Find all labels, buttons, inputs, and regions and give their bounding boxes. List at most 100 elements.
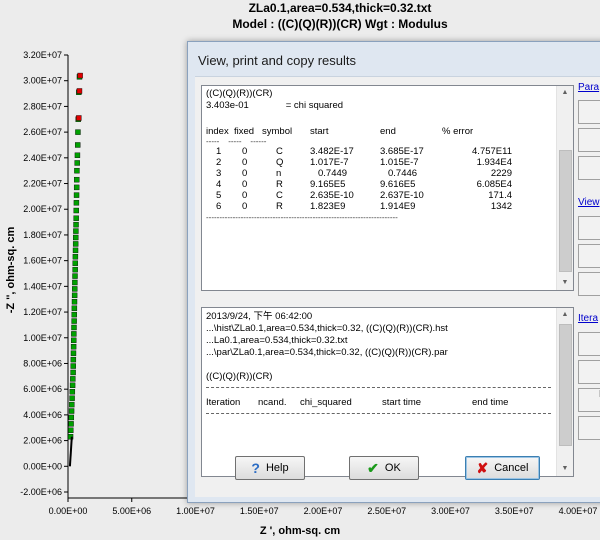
- history-textbox[interactable]: 2013/9/24, 下午 06:42:00 ...\hist\ZLa0.1,a…: [201, 307, 574, 477]
- y-tick-label: 1.80E+07: [23, 230, 62, 240]
- col-iteration: Iteration: [206, 397, 241, 408]
- data-point: [68, 421, 74, 427]
- data-point: [74, 152, 81, 158]
- side-button-5[interactable]: [578, 244, 600, 268]
- fit-results-textbox[interactable]: ((C)(Q)(R))(CR) 3.403e-01 = chi squared …: [201, 85, 574, 291]
- parameter-table: index fixed symbol start end % error ---…: [206, 126, 512, 223]
- y-tick-label: 4.00E+06: [23, 410, 62, 420]
- col-error: % error: [442, 126, 474, 137]
- y-tick-label: 3.00E+07: [23, 76, 62, 86]
- table-row: 5 0 C 2.635E-10 2.637E-10 171.4: [216, 190, 512, 201]
- fit-point: [77, 72, 83, 79]
- side-button-6[interactable]: [578, 272, 600, 296]
- y-tick-label: 1.60E+07: [23, 256, 62, 266]
- scroll-thumb[interactable]: [559, 324, 572, 446]
- x-tick-label: 4.00E+07: [559, 506, 598, 516]
- data-point: [71, 305, 78, 311]
- timestamp-line: 2013/9/24, 下午 06:42:00: [206, 311, 313, 322]
- data-point: [70, 344, 77, 350]
- table-row: 2 0 Q 1.017E-7 1.015E-7 1.934E4: [216, 157, 512, 168]
- data-point: [69, 395, 75, 401]
- cancel-button[interactable]: ✘ Cancel: [465, 456, 540, 480]
- x-tick-label: 1.00E+07: [176, 506, 215, 516]
- help-icon: ?: [251, 460, 260, 476]
- side-button-c[interactable]: C: [578, 128, 600, 152]
- table-row: 1 0 C 3.482E-17 3.685E-17 4.757E11: [216, 146, 512, 157]
- data-point: [73, 192, 80, 198]
- scroll-up-icon[interactable]: ▲: [557, 308, 573, 322]
- fit-curve-segment: [68, 436, 73, 467]
- y-tick-label: 2.60E+07: [23, 127, 62, 137]
- side-button-10[interactable]: [578, 416, 600, 440]
- lower-scrollbar[interactable]: ▲ ▼: [556, 308, 573, 476]
- side-button-7[interactable]: [578, 332, 600, 356]
- data-point: [68, 414, 75, 421]
- data-point: [74, 176, 80, 183]
- y-tick-label: 0.00E+00: [23, 461, 62, 471]
- y-tick-label: 1.20E+07: [23, 307, 62, 317]
- table-header-row: index fixed symbol start end % error: [206, 126, 512, 137]
- cancel-label: Cancel: [494, 462, 529, 474]
- close-icon: ✘: [476, 459, 489, 476]
- data-point: [71, 299, 78, 305]
- data-point: [73, 215, 79, 221]
- data-point: [70, 376, 76, 382]
- fit-point: [76, 88, 83, 94]
- table-row: 4 0 R 9.165E5 9.616E5 6.085E4: [216, 179, 512, 190]
- data-point: [74, 142, 81, 148]
- data-point: [71, 311, 77, 318]
- y-tick-label: 1.40E+07: [23, 281, 62, 291]
- parameters-link[interactable]: Para: [578, 82, 599, 93]
- ok-button[interactable]: ✔ OK: [349, 456, 419, 480]
- side-button-4[interactable]: [578, 216, 600, 240]
- data-point: [69, 382, 76, 389]
- data-point: [70, 363, 76, 369]
- scroll-up-icon[interactable]: ▲: [557, 86, 573, 100]
- scroll-thumb[interactable]: [559, 150, 572, 272]
- upper-scrollbar[interactable]: ▲ ▼: [556, 86, 573, 290]
- check-icon: ✔: [367, 459, 379, 476]
- data-point: [72, 247, 79, 254]
- data-point: [71, 337, 77, 344]
- data-point: [68, 427, 74, 434]
- col-ncand: ncand.: [258, 397, 287, 408]
- data-point: [71, 331, 77, 337]
- results-dialog: View, print and copy results ((C)(Q)(R))…: [187, 41, 600, 503]
- view-link[interactable]: View: [578, 197, 600, 208]
- data-point: [70, 350, 77, 356]
- data-point: [75, 129, 81, 135]
- y-axis-label: -Z '', ohm-sq. cm: [5, 227, 17, 314]
- data-point: [73, 184, 80, 191]
- side-button-8[interactable]: [578, 360, 600, 384]
- col-start: start: [310, 126, 329, 137]
- x-tick-label: 2.50E+07: [367, 506, 406, 516]
- scroll-down-icon[interactable]: ▼: [557, 462, 573, 476]
- data-point: [73, 207, 79, 214]
- model-line: ((C)(Q)(R))(CR): [206, 88, 273, 99]
- side-button-3[interactable]: [578, 156, 600, 180]
- help-button[interactable]: ? Help: [235, 456, 305, 480]
- divider: [206, 413, 551, 414]
- y-tick-label: 1.00E+07: [23, 333, 62, 343]
- side-button-1[interactable]: [578, 100, 600, 124]
- y-tick-label: 8.00E+06: [23, 358, 62, 368]
- par-path-line: ...\par\ZLa0.1,area=0.534,thick=0.32, ((…: [206, 347, 448, 358]
- x-tick-label: 5.00E+06: [112, 506, 151, 516]
- data-path-line: ...La0.1,area=0.534,thick=0.32.txt: [206, 335, 348, 346]
- data-point: [71, 292, 78, 299]
- col-end-time: end time: [472, 397, 509, 408]
- hist-path-line: ...\hist\ZLa0.1,area=0.534,thick=0.32, (…: [206, 323, 448, 334]
- col-index: index: [206, 126, 229, 137]
- side-button-pr[interactable]: Pr: [578, 388, 600, 412]
- iterations-link[interactable]: Itera: [578, 313, 598, 324]
- y-tick-label: 2.00E+07: [23, 204, 62, 214]
- divider: [206, 387, 551, 388]
- data-point: [72, 241, 79, 247]
- data-point: [70, 356, 77, 363]
- data-point: [69, 401, 75, 408]
- data-point: [72, 273, 78, 279]
- data-point: [68, 408, 75, 414]
- y-tick-label: 2.80E+07: [23, 101, 62, 111]
- col-symbol: symbol: [262, 126, 293, 137]
- scroll-down-icon[interactable]: ▼: [557, 276, 573, 290]
